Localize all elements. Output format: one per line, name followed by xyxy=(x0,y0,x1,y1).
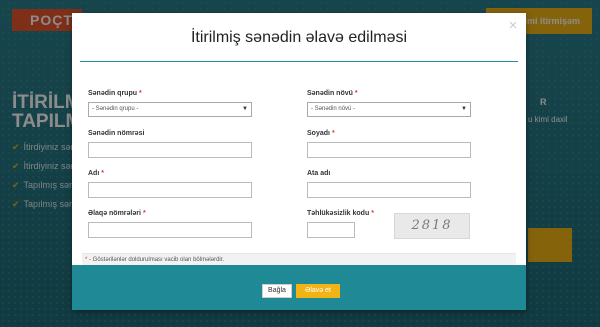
doc-group-label: Sənədin qrupu * xyxy=(88,90,142,97)
add-button[interactable]: Əlavə et xyxy=(296,284,340,298)
modal-footer: Bağla Əlavə et xyxy=(72,265,526,310)
close-button[interactable]: Bağla xyxy=(262,284,292,298)
chevron-down-icon: ▼ xyxy=(461,106,467,112)
father-name-label: Ata adı xyxy=(307,170,331,177)
father-name-input[interactable] xyxy=(307,182,471,198)
surname-input[interactable] xyxy=(307,142,471,158)
surname-label: Soyadı * xyxy=(307,130,335,137)
doc-type-label: Sənədin növü * xyxy=(307,90,358,97)
phone-label: Əlaqə nömrələri * xyxy=(88,210,146,217)
security-code-input[interactable] xyxy=(307,222,355,238)
name-input[interactable] xyxy=(88,182,252,198)
doc-number-label: Sənədin nömrəsi xyxy=(88,130,145,137)
name-label: Adı * xyxy=(88,170,105,177)
modal-title: İtirilmiş sənədin əlavə edilməsi xyxy=(190,29,408,46)
divider xyxy=(80,61,518,62)
close-icon[interactable]: × xyxy=(506,18,520,33)
doc-group-select[interactable]: - Sənədin qrupu - ▼ xyxy=(88,102,252,117)
doc-type-select[interactable]: - Sənədin növü - ▼ xyxy=(307,102,471,117)
security-code-label: Təhlükəsizlik kodu * xyxy=(307,210,374,217)
chevron-down-icon: ▼ xyxy=(242,106,248,112)
captcha-image: 2818 xyxy=(394,213,470,239)
doc-number-input[interactable] xyxy=(88,142,252,158)
phone-input[interactable] xyxy=(88,222,252,238)
